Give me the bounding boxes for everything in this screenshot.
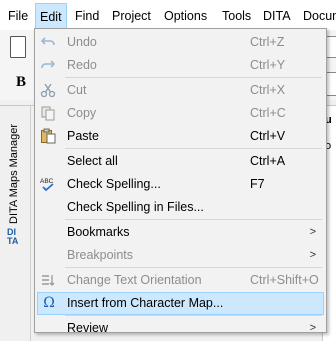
menu-item-shortcut: F7 bbox=[250, 177, 265, 191]
menu-item-shortcut: Ctrl+Shift+O bbox=[250, 273, 319, 287]
menu-document[interactable]: Docum bbox=[303, 8, 336, 24]
menu-find[interactable]: Find bbox=[75, 8, 99, 24]
menu-bar: File Edit Find Project Options Tools DIT… bbox=[0, 0, 336, 30]
menu-item-label: Redo bbox=[67, 58, 97, 72]
menu-item-cut[interactable]: Cut Ctrl+X bbox=[37, 79, 324, 102]
new-document-icon[interactable] bbox=[10, 36, 26, 58]
cut-icon bbox=[40, 82, 56, 98]
menu-edit[interactable]: Edit bbox=[35, 3, 67, 29]
menu-item-copy[interactable]: Copy Ctrl+C bbox=[37, 102, 324, 125]
chevron-right-icon: > bbox=[309, 249, 316, 261]
menu-item-label: Cut bbox=[67, 83, 87, 97]
menu-item-check-spelling-in-files[interactable]: Check Spelling in Files... bbox=[37, 196, 324, 219]
menu-item-insert-from-character-map[interactable]: Ω Insert from Character Map... bbox=[37, 292, 324, 315]
menu-item-label: Check Spelling... bbox=[67, 177, 161, 191]
menu-separator bbox=[65, 77, 322, 78]
dita-logo-icon: DI TA bbox=[7, 227, 19, 246]
chevron-right-icon: > bbox=[309, 322, 316, 334]
menu-item-undo[interactable]: Undo Ctrl+Z bbox=[37, 31, 324, 54]
menu-item-review[interactable]: Review > bbox=[37, 317, 324, 340]
redo-icon bbox=[40, 57, 56, 73]
spell-check-icon: ABC bbox=[40, 176, 56, 192]
menu-item-label: Select all bbox=[67, 154, 118, 168]
menu-options[interactable]: Options bbox=[164, 8, 207, 24]
edit-menu: Undo Ctrl+Z Redo Ctrl+Y Cut Ctrl+X Copy … bbox=[34, 28, 327, 335]
menu-item-label: Copy bbox=[67, 106, 97, 120]
menu-item-shortcut: Ctrl+Y bbox=[250, 58, 286, 72]
menu-item-check-spelling[interactable]: ABC Check Spelling... F7 bbox=[37, 173, 324, 196]
menu-item-shortcut: Ctrl+C bbox=[250, 106, 286, 120]
omega-icon: Ω bbox=[43, 295, 55, 311]
menu-item-label: Paste bbox=[67, 129, 99, 143]
bold-icon[interactable]: B bbox=[16, 74, 26, 91]
tab-dita-maps-manager[interactable]: DITA Maps Manager bbox=[8, 124, 20, 224]
menu-item-select-all[interactable]: Select all Ctrl+A bbox=[37, 150, 324, 173]
paste-icon bbox=[40, 128, 56, 144]
menu-file[interactable]: File bbox=[8, 8, 28, 24]
menu-item-label: Bookmarks bbox=[67, 225, 130, 239]
menu-dita[interactable]: DITA bbox=[263, 8, 291, 24]
menu-item-redo[interactable]: Redo Ctrl+Y bbox=[37, 54, 324, 77]
menu-separator bbox=[65, 267, 322, 268]
svg-text:ABC: ABC bbox=[40, 178, 54, 185]
menu-separator bbox=[65, 315, 322, 316]
menu-item-breakpoints[interactable]: Breakpoints > bbox=[37, 244, 324, 267]
menu-item-label: Change Text Orientation bbox=[67, 273, 202, 287]
menu-item-label: Review bbox=[67, 321, 108, 335]
menu-item-bookmarks[interactable]: Bookmarks > bbox=[37, 221, 324, 244]
menu-separator bbox=[65, 148, 322, 149]
menu-item-label: Insert from Character Map... bbox=[67, 296, 224, 310]
menu-tools[interactable]: Tools bbox=[222, 8, 251, 24]
text-orientation-icon bbox=[40, 272, 56, 288]
menu-separator bbox=[65, 219, 322, 220]
menu-item-shortcut: Ctrl+A bbox=[250, 154, 286, 168]
chevron-right-icon: > bbox=[309, 226, 316, 238]
menu-item-shortcut: Ctrl+Z bbox=[250, 35, 285, 49]
menu-item-paste[interactable]: Paste Ctrl+V bbox=[37, 125, 324, 148]
menu-item-shortcut: Ctrl+X bbox=[250, 83, 286, 97]
menu-item-label: Undo bbox=[67, 35, 97, 49]
undo-icon bbox=[40, 34, 56, 50]
menu-item-shortcut: Ctrl+V bbox=[250, 129, 286, 143]
menu-item-label: Check Spelling in Files... bbox=[67, 200, 204, 214]
menu-project[interactable]: Project bbox=[112, 8, 151, 24]
menu-item-change-text-orientation[interactable]: Change Text Orientation Ctrl+Shift+O bbox=[37, 269, 324, 292]
copy-icon bbox=[40, 105, 56, 121]
menu-item-label: Breakpoints bbox=[67, 248, 134, 262]
